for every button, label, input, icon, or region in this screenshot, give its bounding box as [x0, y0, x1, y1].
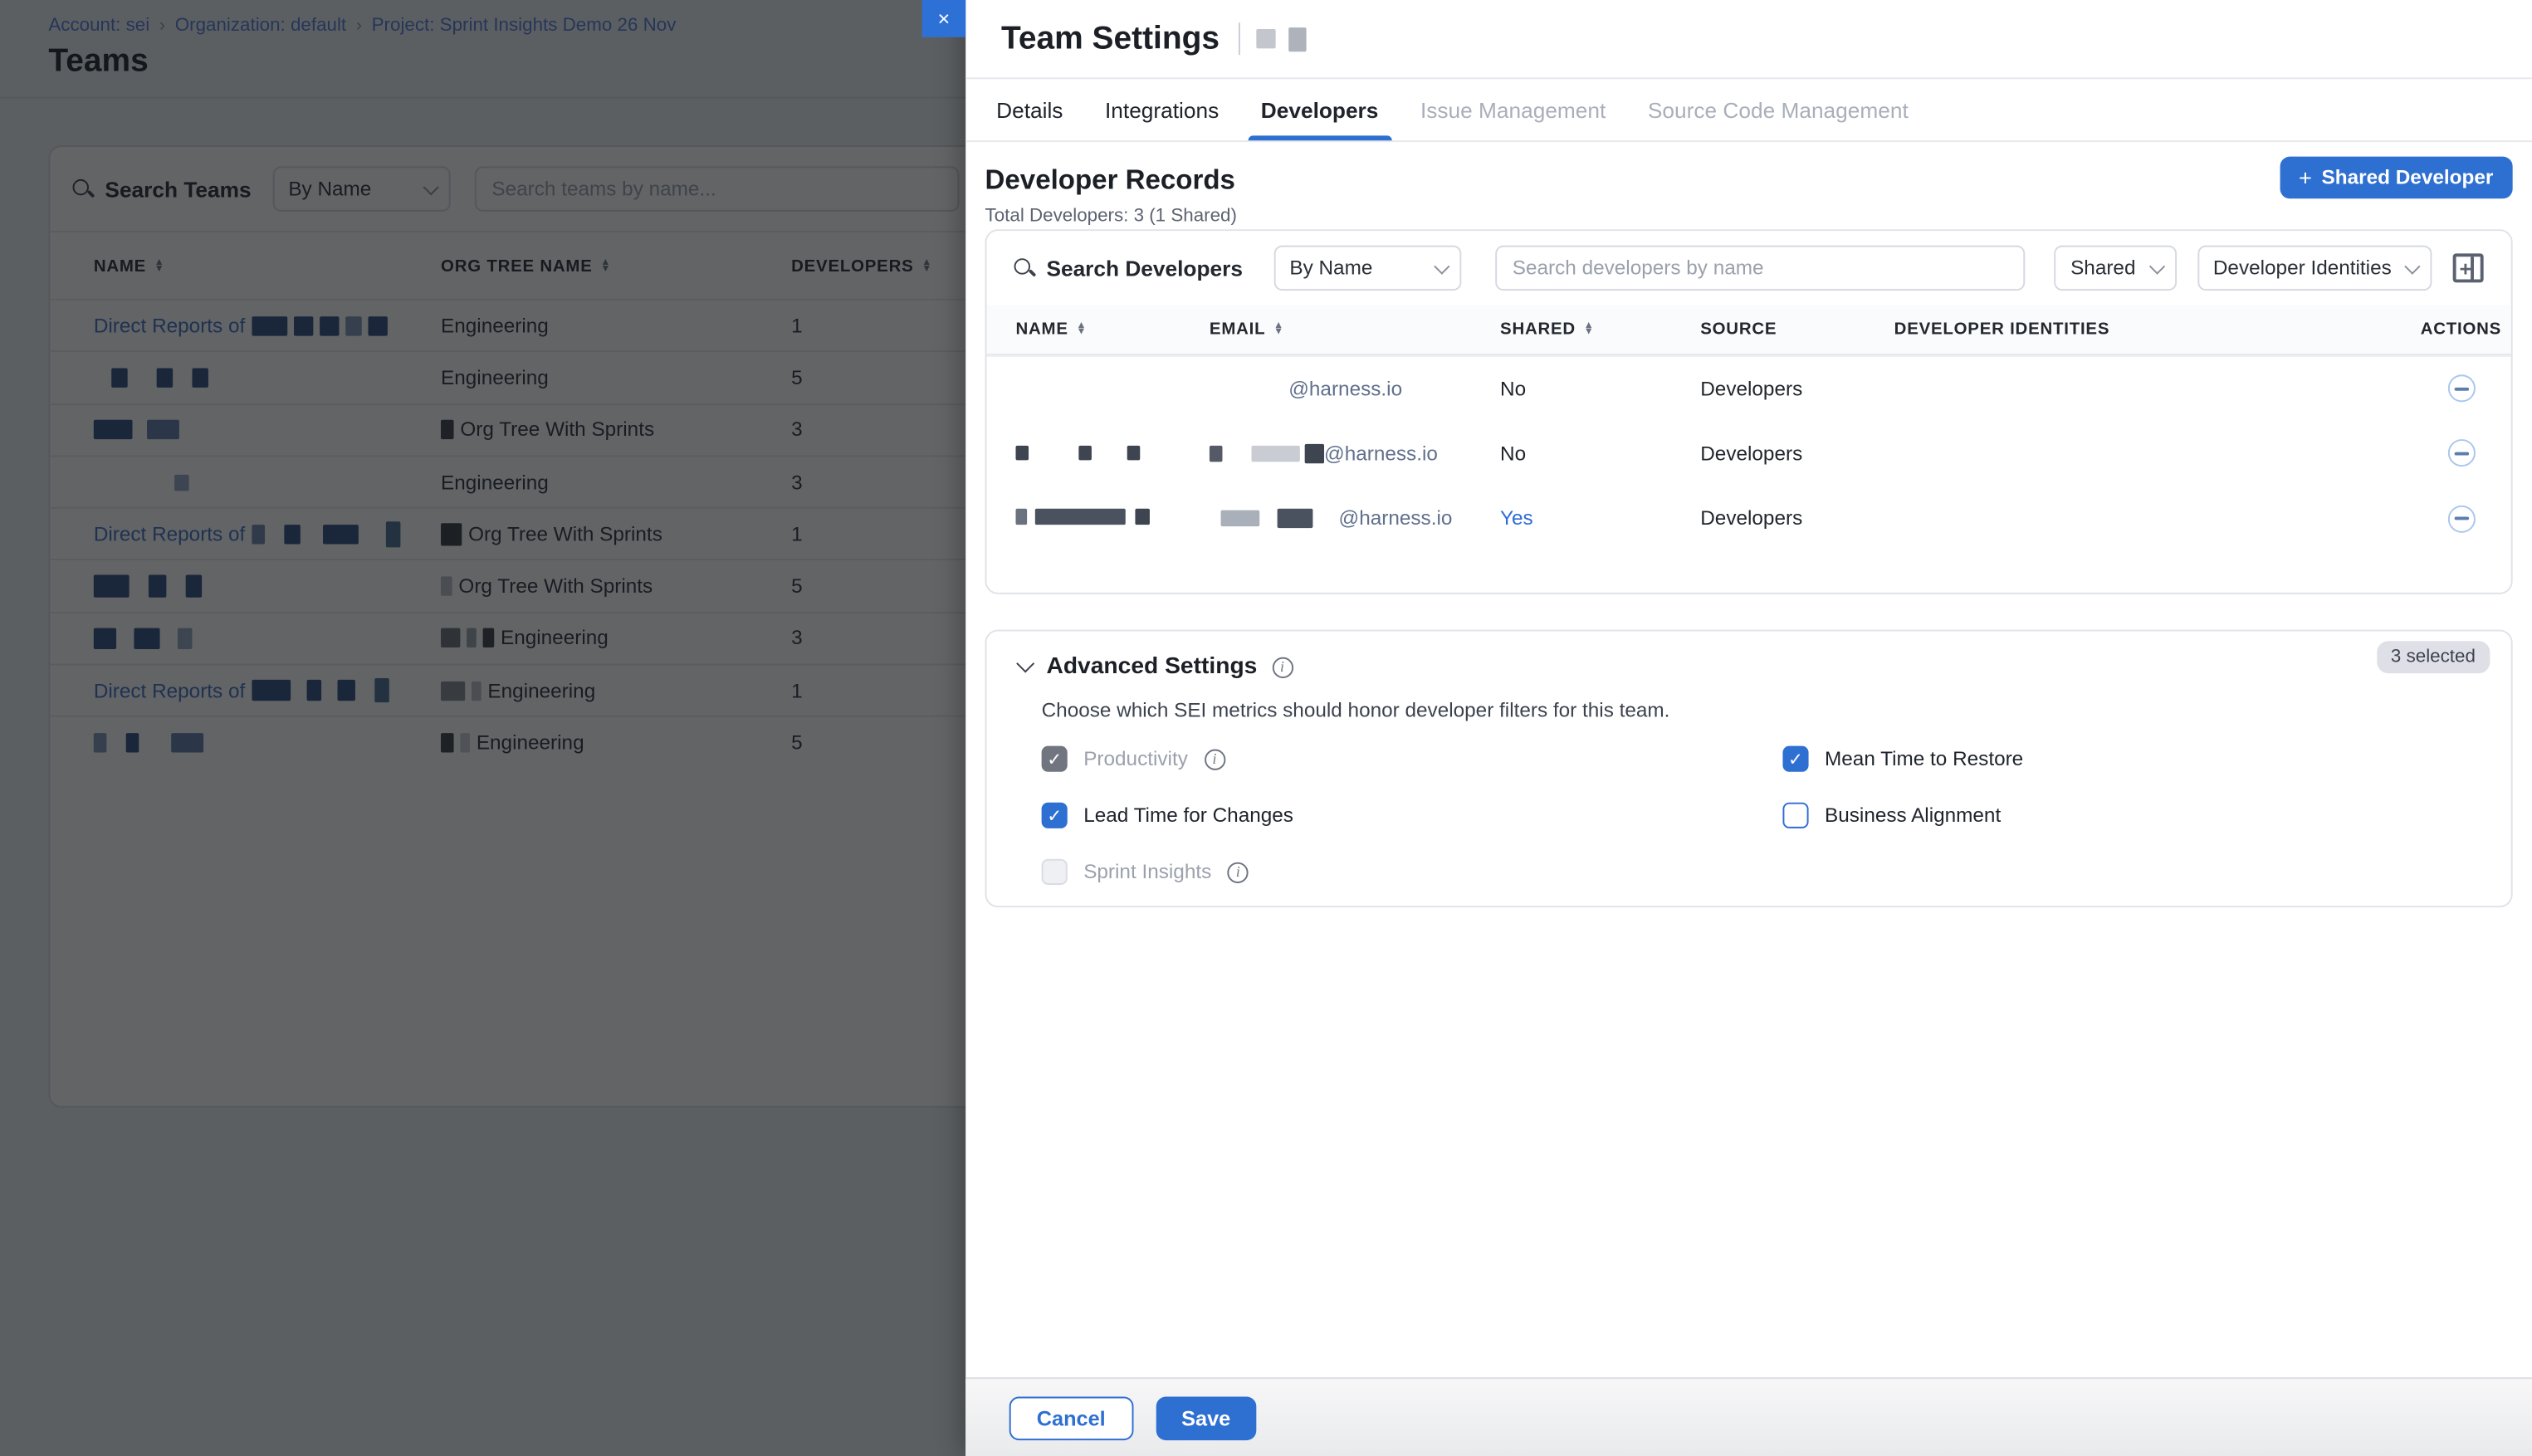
- remove-icon[interactable]: [2447, 375, 2475, 403]
- dev-col-identities: DEVELOPER IDENTITIES: [1894, 320, 2411, 339]
- dev-col-name[interactable]: NAME▲▼: [1015, 320, 1209, 339]
- sort-icon[interactable]: ▲▼: [1584, 322, 1595, 336]
- total-developers-text: Total Developers: 3 (1 Shared): [985, 207, 1237, 226]
- title-divider: [1239, 22, 1240, 55]
- source-value: Developers: [1700, 378, 1894, 400]
- checkbox[interactable]: [1782, 803, 1808, 828]
- team-settings-drawer: × Team Settings Details Integrations Dev…: [965, 0, 2532, 1456]
- checkbox-label: Productivity: [1083, 748, 1188, 770]
- tab-issue-management[interactable]: Issue Management: [1420, 79, 1606, 140]
- checkbox[interactable]: [1042, 859, 1068, 885]
- drawer-tabs: Details Integrations Developers Issue Ma…: [965, 79, 2532, 142]
- dev-col-email[interactable]: EMAIL▲▼: [1210, 320, 1500, 339]
- source-value: Developers: [1700, 507, 1894, 530]
- save-button[interactable]: Save: [1156, 1396, 1256, 1440]
- dev-col-shared[interactable]: SHARED▲▼: [1500, 320, 1700, 339]
- drawer-header: Team Settings: [965, 0, 2532, 79]
- source-value: Developers: [1700, 442, 1894, 464]
- remove-icon[interactable]: [2447, 440, 2475, 467]
- developer-search-by-select[interactable]: By Name: [1273, 246, 1461, 291]
- developer-row[interactable]: @harness.io No Developers: [986, 421, 2510, 486]
- add-column-icon[interactable]: +: [2453, 253, 2484, 282]
- checkbox-label: Lead Time for Changes: [1083, 804, 1293, 827]
- developer-table-header: NAME▲▼ EMAIL▲▼ SHARED▲▼ SOURCE DEVELOPER…: [986, 305, 2510, 355]
- shared-developer-button[interactable]: + Shared Developer: [2280, 157, 2513, 199]
- developer-name: [1015, 442, 1209, 464]
- shared-filter-value: Shared: [2070, 257, 2135, 279]
- redacted-team-name: [1289, 27, 1307, 51]
- checkbox-business-alignment[interactable]: Business Alignment: [1782, 803, 2001, 828]
- shared-developer-button-label: Shared Developer: [2322, 166, 2494, 188]
- close-icon[interactable]: ×: [922, 0, 966, 37]
- checkbox-productivity[interactable]: Productivity i: [1042, 746, 1225, 772]
- info-icon[interactable]: i: [1272, 657, 1293, 677]
- chevron-down-icon[interactable]: [1016, 654, 1034, 672]
- checkbox-sprint-insights[interactable]: Sprint Insights i: [1042, 859, 1249, 885]
- shared-value: No: [1500, 378, 1700, 400]
- info-icon[interactable]: i: [1228, 862, 1249, 882]
- chevron-down-icon: [2148, 258, 2164, 274]
- advanced-settings-card: Advanced Settings i 3 selected Choose wh…: [985, 630, 2513, 908]
- chevron-down-icon: [2404, 258, 2420, 274]
- screen: Account: sei › Organization: default › P…: [0, 0, 2532, 1456]
- section-title: Developer Records: [985, 164, 1235, 197]
- developer-records-card: Search Developers By Name Shared Develop…: [985, 229, 2513, 594]
- search-developers-label: Search Developers: [1046, 256, 1242, 280]
- developers-tab-content: Developer Records Total Developers: 3 (1…: [965, 142, 2532, 1377]
- developer-email: @harness.io: [1210, 442, 1500, 464]
- developer-identities-filter-select[interactable]: Developer Identities: [2197, 246, 2432, 291]
- checkbox[interactable]: [1782, 746, 1808, 772]
- cancel-button[interactable]: Cancel: [1009, 1396, 1133, 1440]
- redacted-team-name: [1257, 29, 1276, 48]
- tab-source-code-management[interactable]: Source Code Management: [1648, 79, 1909, 140]
- developer-search-input[interactable]: [1494, 246, 2024, 291]
- sort-icon[interactable]: ▲▼: [1076, 322, 1087, 336]
- checkbox-label: Mean Time to Restore: [1825, 748, 2023, 770]
- shared-value: No: [1500, 442, 1700, 464]
- tab-integrations[interactable]: Integrations: [1105, 79, 1219, 140]
- checkbox-mean-time-to-restore[interactable]: Mean Time to Restore: [1782, 746, 2023, 772]
- developer-name: [1015, 507, 1209, 530]
- checkbox-label: Sprint Insights: [1083, 861, 1211, 883]
- drawer-title: Team Settings: [1001, 20, 1220, 57]
- remove-icon[interactable]: [2447, 505, 2475, 532]
- developer-identities-filter-value: Developer Identities: [2213, 257, 2392, 279]
- shared-filter-select[interactable]: Shared: [2055, 246, 2176, 291]
- drawer-footer: Cancel Save: [965, 1377, 2532, 1456]
- tab-details[interactable]: Details: [996, 79, 1063, 140]
- info-icon[interactable]: i: [1204, 749, 1224, 770]
- dev-col-source: SOURCE: [1700, 320, 1894, 339]
- checkbox-label: Business Alignment: [1825, 804, 2001, 827]
- developer-email: @harness.io: [1210, 378, 1500, 400]
- dev-col-actions: ACTIONS: [2411, 320, 2511, 339]
- chevron-down-icon: [1433, 258, 1449, 274]
- checkbox[interactable]: [1042, 746, 1068, 772]
- developer-row[interactable]: @harness.io No Developers: [986, 355, 2510, 421]
- advanced-settings-description: Choose which SEI metrics should honor de…: [1042, 699, 1670, 721]
- checkbox[interactable]: [1042, 803, 1068, 828]
- selected-count-badge: 3 selected: [2376, 641, 2490, 673]
- developer-row[interactable]: @harness.io Yes Developers: [986, 486, 2510, 551]
- sort-icon[interactable]: ▲▼: [1273, 322, 1284, 336]
- advanced-settings-title: Advanced Settings: [1046, 654, 1257, 680]
- developer-search-by-value: By Name: [1289, 257, 1372, 279]
- checkbox-lead-time-for-changes[interactable]: Lead Time for Changes: [1042, 803, 1293, 828]
- shared-value: Yes: [1500, 507, 1700, 530]
- developer-email: @harness.io: [1210, 507, 1500, 530]
- add-icon: +: [2299, 164, 2312, 190]
- search-icon: [1014, 257, 1035, 278]
- tab-developers[interactable]: Developers: [1261, 79, 1379, 140]
- developer-search-row: Search Developers By Name Shared Develop…: [986, 231, 2510, 305]
